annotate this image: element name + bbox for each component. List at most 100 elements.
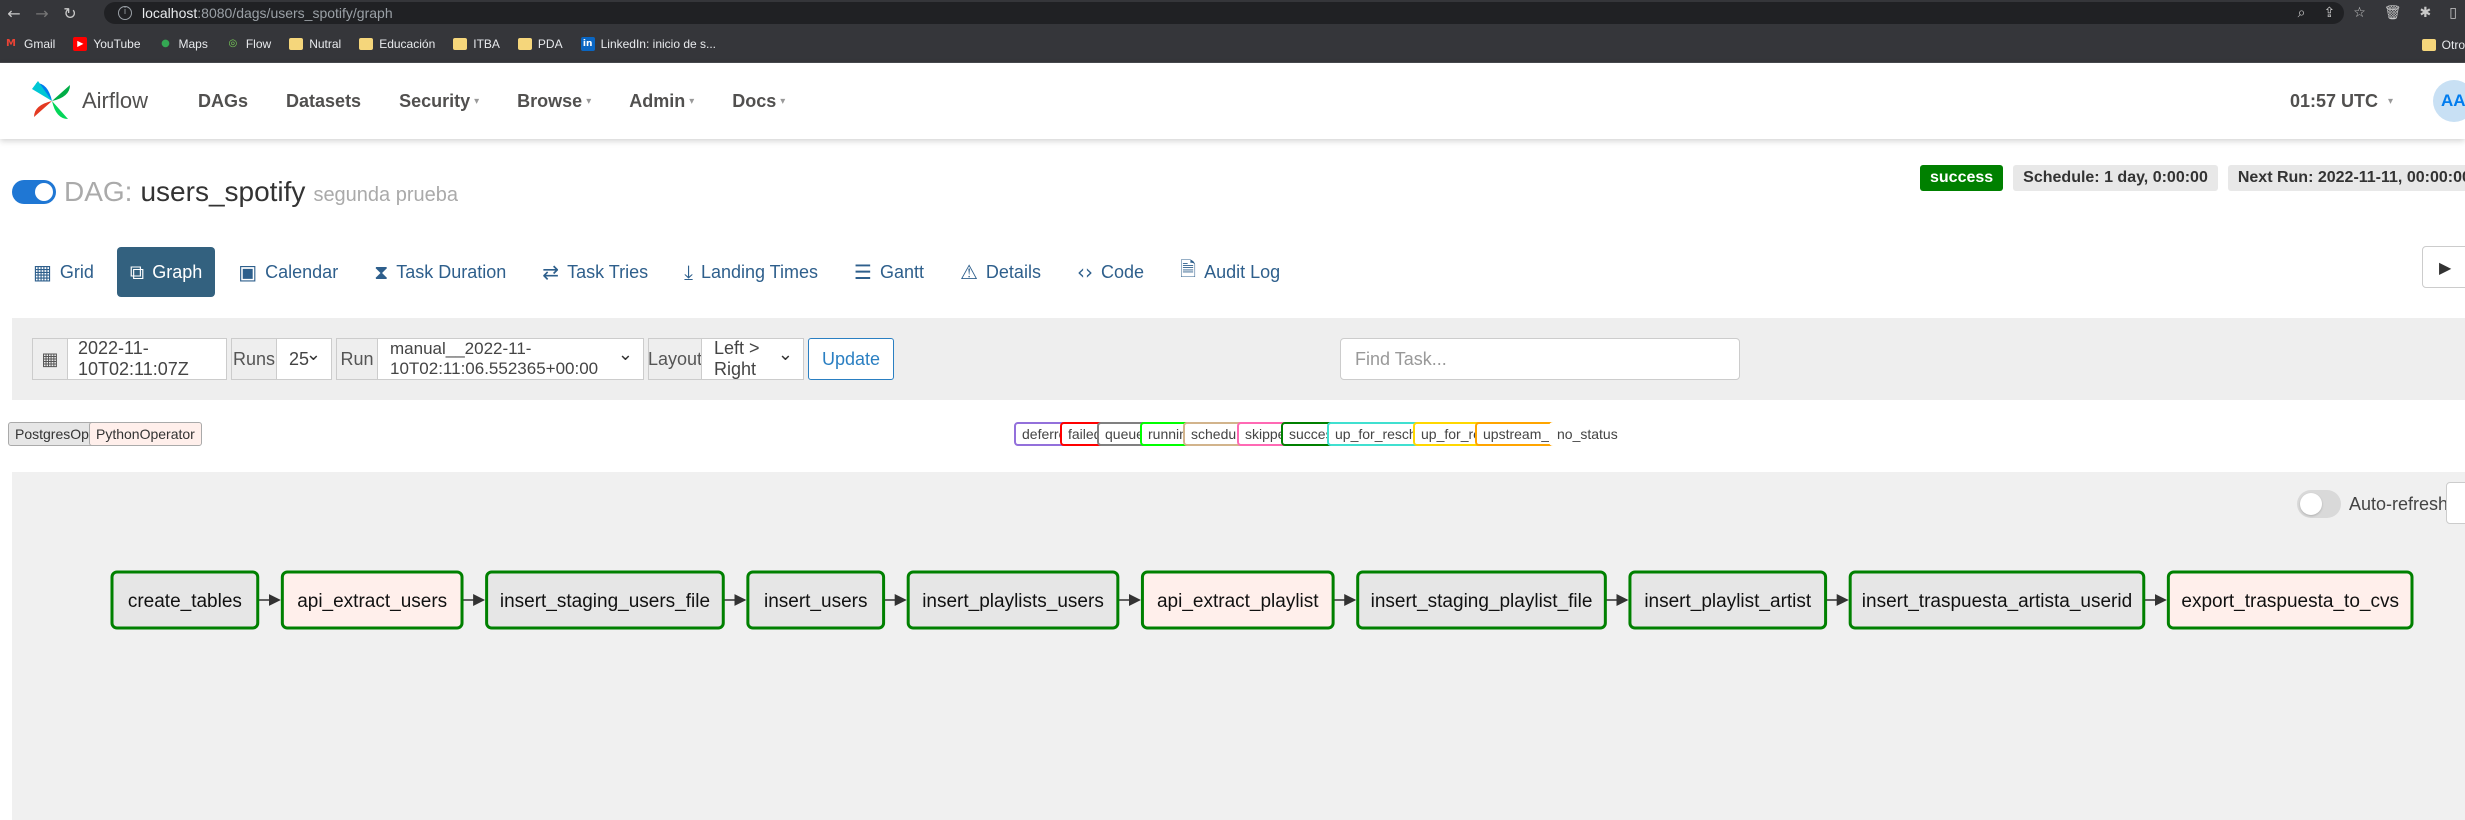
bookmark-youtube[interactable]: ▶ YouTube [73, 37, 141, 51]
find-task-input[interactable]: Find Task... [1340, 338, 1740, 380]
youtube-icon: ▶ [73, 37, 88, 51]
flow-icon: ◎ [228, 38, 238, 49]
bookmark-nutral[interactable]: Nutral [289, 37, 341, 51]
graph-filter-bar: ▦ 2022-11-10T02:11:07Z Runs 25 Run manua… [12, 318, 2465, 400]
task-node-label: api_extract_users [297, 591, 447, 612]
nav-admin[interactable]: Admin ▾ [629, 91, 694, 112]
task-node-insert-playlist-artist[interactable]: insert_playlist_artist [1628, 570, 1828, 630]
caret-down-icon: ▾ [689, 95, 695, 107]
reload-icon[interactable]: ↻ [56, 4, 84, 23]
task-node-insert-playlists-users[interactable]: insert_playlists_users [906, 570, 1120, 630]
layout-label: Layout [648, 338, 702, 380]
dag-label: DAG: [64, 176, 133, 207]
gantt-icon: ☰ [854, 260, 872, 284]
tab-grid[interactable]: ▦ Grid [20, 247, 107, 297]
calendar-icon: ▣ [238, 260, 258, 284]
task-node-api-extract-users[interactable]: api_extract_users [280, 570, 464, 630]
tab-task-duration[interactable]: ⧗ Task Duration [361, 247, 519, 297]
info-icon[interactable]: i [118, 6, 132, 20]
folder-icon [2421, 38, 2436, 51]
tab-landing-times[interactable]: ⤓ Landing Times [671, 247, 831, 297]
base-date-input[interactable]: 2022-11-10T02:11:07Z [67, 338, 227, 380]
nav-dags[interactable]: DAGs [198, 91, 248, 112]
task-node-insert-users[interactable]: insert_users [746, 570, 886, 630]
task-node-export-traspuesta-to-cvs[interactable]: export_traspuesta_to_cvs [2166, 570, 2414, 630]
dag-graph-canvas[interactable]: Auto-refresh create_tables api_extract_us… [12, 472, 2465, 820]
task-node-insert-staging-users-file[interactable]: insert_staging_users_file [485, 570, 725, 630]
bookmark-linkedin[interactable]: in LinkedIn: inicio de s... [580, 37, 716, 51]
bookmark-other[interactable]: Otro [2421, 26, 2465, 63]
bookmark-itba[interactable]: ITBA [453, 37, 500, 51]
extensions-icon[interactable]: ✱ [2420, 5, 2432, 21]
nav-docs[interactable]: Docs ▾ [732, 91, 785, 112]
bookmark-maps[interactable]: ● Maps [159, 37, 208, 51]
task-node-label: export_traspuesta_to_cvs [2181, 591, 2399, 612]
trigger-dag-button[interactable]: ▶ [2422, 246, 2465, 288]
calendar-addon[interactable]: ▦ [32, 338, 68, 380]
user-avatar[interactable]: AA [2433, 80, 2465, 122]
caret-down-icon: ▾ [586, 95, 592, 107]
linkedin-icon: in [580, 37, 595, 51]
browser-toolbar: ← → ↻ i localhost:8080/dags/users_spotif… [0, 0, 2465, 26]
update-button[interactable]: Update [808, 338, 895, 380]
trash-icon[interactable]: 🗑 [2384, 5, 2402, 21]
forward-arrow-icon[interactable]: → [28, 4, 56, 23]
folder-icon [517, 38, 532, 50]
tab-gantt[interactable]: ☰ Gantt [841, 247, 937, 297]
dag-id: users_spotify [140, 176, 306, 207]
runs-select[interactable]: 25 [276, 338, 332, 380]
folder-icon [359, 38, 374, 50]
bookmark-gmail[interactable]: M Gmail [4, 37, 55, 51]
sidebar-icon[interactable]: ▯ [2449, 5, 2457, 21]
folder-icon [289, 38, 304, 50]
tab-graph[interactable]: ⧉ Graph [116, 247, 216, 297]
zoom-icon[interactable]: ⌕ [2298, 5, 2306, 21]
task-node-insert-staging-playlist-file[interactable]: insert_staging_playlist_file [1356, 570, 1607, 630]
task-node-create-tables[interactable]: create_tables [110, 570, 260, 630]
gmail-icon: M [6, 38, 16, 49]
airflow-navbar: Airflow DAGs Datasets Security ▾ Browse ▾ … [0, 63, 2465, 139]
airflow-logo[interactable]: Airflow [28, 77, 148, 125]
grid-icon: ▦ [33, 260, 52, 284]
layout-select[interactable]: Left > Right [701, 338, 804, 380]
url-path: :8080/dags/users_spotify/graph [197, 5, 393, 21]
operator-legend-python: PythonOperator [89, 422, 202, 446]
tab-code[interactable]: ‹› Code [1064, 247, 1157, 297]
share-icon[interactable]: ⇪ [2323, 5, 2335, 21]
run-label: Run [336, 338, 378, 380]
nav-security[interactable]: Security ▾ [399, 91, 479, 112]
runs-label: Runs [231, 338, 277, 380]
nav-datasets[interactable]: Datasets [286, 91, 361, 112]
task-node-insert-traspuesta-artista-userid[interactable]: insert_traspuesta_artista_userid [1848, 570, 2146, 630]
address-bar[interactable]: i localhost:8080/dags/users_spotify/grap… [104, 2, 2344, 24]
task-node-label: insert_users [764, 591, 868, 612]
state-legend-no-status: no_status [1549, 422, 1626, 446]
nav-browse[interactable]: Browse ▾ [517, 91, 591, 112]
bookmark-educacion[interactable]: Educación [359, 37, 435, 51]
caret-down-icon: ▾ [780, 95, 786, 107]
dag-description: segunda prueba [313, 183, 459, 206]
url-host: localhost [142, 5, 198, 21]
task-node-label: api_extract_playlist [1157, 591, 1319, 612]
bookmark-flow[interactable]: ◎ Flow [226, 37, 271, 51]
task-node-label: insert_staging_playlist_file [1371, 591, 1593, 612]
next-run-badge: Next Run: 2022-11-11, 00:00:00 [2227, 165, 2465, 191]
bookmark-pda[interactable]: PDA [517, 37, 563, 51]
dag-pause-toggle[interactable] [12, 180, 56, 204]
tab-task-tries[interactable]: ⇄ Task Tries [529, 247, 661, 297]
tab-details[interactable]: ⚠ Details [947, 247, 1054, 297]
task-node-label: insert_playlists_users [922, 591, 1104, 612]
star-icon[interactable]: ☆ [2353, 5, 2366, 21]
task-node-label: insert_staging_users_file [500, 591, 710, 612]
timezone-clock[interactable]: 01:57 UTC ▾ [2290, 91, 2393, 112]
task-node-api-extract-playlist[interactable]: api_extract_playlist [1140, 570, 1335, 630]
back-arrow-icon[interactable]: ← [0, 4, 28, 23]
run-select[interactable]: manual__2022-11-10T02:11:06.552365+00:00 [377, 338, 644, 380]
tab-calendar[interactable]: ▣ Calendar [225, 247, 351, 297]
legend-row: PostgresOperator PythonOperator deferred… [8, 420, 2465, 448]
dag-view-tabs: ▦ Grid ⧉ Graph ▣ Calendar ⧗ Task Duration ⇄ T… [20, 247, 1303, 297]
schedule-badge: Schedule: 1 day, 0:00:00 [2013, 165, 2218, 191]
retry-icon: ⇄ [542, 260, 560, 284]
hourglass-icon: ⧗ [374, 260, 389, 284]
tab-audit-log[interactable]: 🗎 Audit Log [1167, 247, 1293, 297]
